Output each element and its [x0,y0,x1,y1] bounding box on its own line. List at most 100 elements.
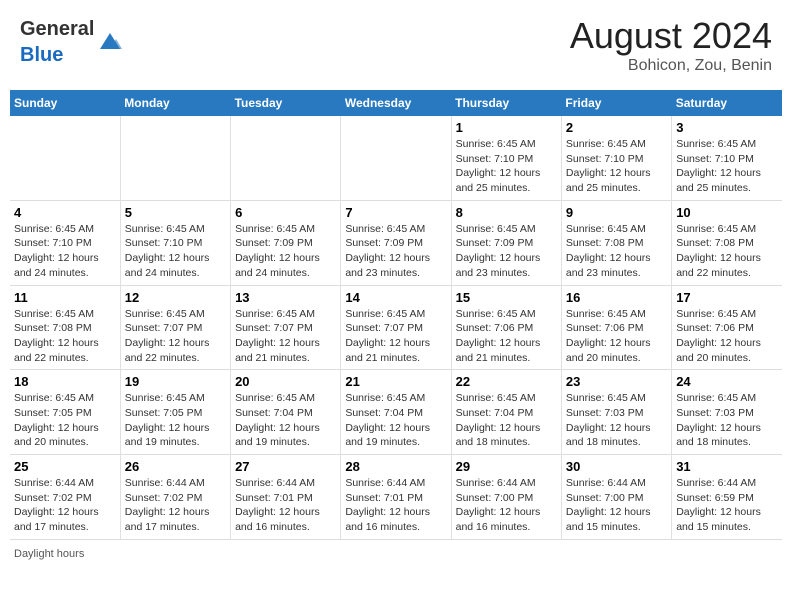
logo-icon [96,27,124,55]
day-number: 4 [14,205,116,220]
calendar-cell: 29Sunrise: 6:44 AM Sunset: 7:00 PM Dayli… [451,455,561,540]
day-number: 18 [14,374,116,389]
day-of-week-header: Thursday [451,90,561,116]
calendar-cell: 30 Sunrise: 6:44 AM Sunset: 7:00 PM Dayli… [561,455,671,540]
day-number: 9 [566,205,667,220]
page-title: August 2024 [570,15,772,57]
page-subtitle: Bohicon, Zou, Benin [570,57,772,75]
day-of-week-header: Tuesday [231,90,341,116]
day-info: Sunrise: 6:44 AM Sunset: 6:59 PM Dayligh… [676,476,778,535]
day-info: Sunrise: 6:45 AM Sunset: 7:06 PM Dayligh… [456,307,557,366]
calendar-cell [231,116,341,200]
day-number: 24 [676,374,778,389]
calendar-cell: 13 Sunrise: 6:45 AM Sunset: 7:07 PM Dayli… [231,285,341,370]
calendar-cell: 18 Sunrise: 6:45 AM Sunset: 7:05 PM Dayli… [10,370,120,455]
logo-general: General [20,18,94,40]
day-number: 29 [456,459,557,474]
calendar-cell: 2Sunrise: 6:45 AM Sunset: 7:10 PM Daylig… [561,116,671,200]
day-info: Sunrise: 6:45 AM Sunset: 7:05 PM Dayligh… [125,391,226,450]
calendar-body: 1 Sunrise: 6:45 AM Sunset: 7:10 PM Daylig… [10,116,782,539]
day-info: Sunrise: 6:45 AM Sunset: 7:03 PM Dayligh… [566,391,667,450]
footer-label: Daylight hours [10,548,782,560]
calendar-cell: 19Sunrise: 6:45 AM Sunset: 7:05 PM Dayli… [120,370,230,455]
day-number: 16 [566,290,667,305]
day-number: 5 [125,205,226,220]
day-info: Sunrise: 6:45 AM Sunset: 7:07 PM Dayligh… [235,307,336,366]
day-number: 10 [676,205,778,220]
day-info: Sunrise: 6:45 AM Sunset: 7:04 PM Dayligh… [235,391,336,450]
day-number: 7 [345,205,446,220]
calendar-cell: 21 Sunrise: 6:45 AM Sunset: 7:04 PM Dayli… [341,370,451,455]
day-of-week-header: Friday [561,90,671,116]
day-info: Sunrise: 6:45 AM Sunset: 7:03 PM Dayligh… [676,391,778,450]
page-header: General Blue August 2024 Bohicon, Zou, B… [10,10,782,80]
calendar-cell: 20 Sunrise: 6:45 AM Sunset: 7:04 PM Dayli… [231,370,341,455]
calendar-header: SundayMondayTuesdayWednesdayThursdayFrid… [10,90,782,116]
day-info: Sunrise: 6:44 AM Sunset: 7:01 PM Dayligh… [235,476,336,535]
day-info: Sunrise: 6:45 AM Sunset: 7:10 PM Dayligh… [676,137,778,196]
days-of-week-row: SundayMondayTuesdayWednesdayThursdayFrid… [10,90,782,116]
day-number: 25 [14,459,116,474]
calendar-cell: 15 Sunrise: 6:45 AM Sunset: 7:06 PM Dayli… [451,285,561,370]
day-info: Sunrise: 6:45 AM Sunset: 7:06 PM Dayligh… [566,307,667,366]
day-info: Sunrise: 6:45 AM Sunset: 7:04 PM Dayligh… [456,391,557,450]
day-number: 12 [125,290,226,305]
day-number: 11 [14,290,116,305]
calendar-cell: 5 Sunrise: 6:45 AM Sunset: 7:10 PM Daylig… [120,200,230,285]
day-info: Sunrise: 6:44 AM Sunset: 7:01 PM Dayligh… [345,476,446,535]
day-info: Sunrise: 6:45 AM Sunset: 7:10 PM Dayligh… [125,222,226,281]
day-info: Sunrise: 6:45 AM Sunset: 7:08 PM Dayligh… [14,307,116,366]
calendar-cell: 25 Sunrise: 6:44 AM Sunset: 7:02 PM Dayli… [10,455,120,540]
calendar-cell: 26Sunrise: 6:44 AM Sunset: 7:02 PM Dayli… [120,455,230,540]
calendar-cell: 11 Sunrise: 6:45 AM Sunset: 7:08 PM Dayli… [10,285,120,370]
calendar-week-row: 11 Sunrise: 6:45 AM Sunset: 7:08 PM Dayli… [10,285,782,370]
calendar-cell: 27 Sunrise: 6:44 AM Sunset: 7:01 PM Dayli… [231,455,341,540]
calendar-cell [10,116,120,200]
day-info: Sunrise: 6:45 AM Sunset: 7:09 PM Dayligh… [345,222,446,281]
day-number: 14 [345,290,446,305]
day-info: Sunrise: 6:45 AM Sunset: 7:04 PM Dayligh… [345,391,446,450]
day-number: 1 [456,120,557,135]
day-number: 3 [676,120,778,135]
calendar-cell: 6Sunrise: 6:45 AM Sunset: 7:09 PM Daylig… [231,200,341,285]
calendar-week-row: 4 Sunrise: 6:45 AM Sunset: 7:10 PM Daylig… [10,200,782,285]
day-info: Sunrise: 6:45 AM Sunset: 7:09 PM Dayligh… [456,222,557,281]
day-info: Sunrise: 6:44 AM Sunset: 7:00 PM Dayligh… [566,476,667,535]
calendar-cell: 31 Sunrise: 6:44 AM Sunset: 6:59 PM Dayli… [672,455,782,540]
calendar-cell: 1Sunrise: 6:45 AM Sunset: 7:10 PM Daylig… [451,116,561,200]
daylight-hours-label: Daylight hours [14,548,84,560]
calendar-cell: 16 Sunrise: 6:45 AM Sunset: 7:06 PM Dayli… [561,285,671,370]
day-number: 8 [456,205,557,220]
day-info: Sunrise: 6:45 AM Sunset: 7:05 PM Dayligh… [14,391,116,450]
calendar-cell [341,116,451,200]
day-info: Sunrise: 6:44 AM Sunset: 7:02 PM Dayligh… [125,476,226,535]
day-info: Sunrise: 6:45 AM Sunset: 7:08 PM Dayligh… [676,222,778,281]
calendar-week-row: 1 Sunrise: 6:45 AM Sunset: 7:10 PM Daylig… [10,116,782,200]
title-area: August 2024 Bohicon, Zou, Benin [570,15,772,75]
day-info: Sunrise: 6:45 AM Sunset: 7:10 PM Dayligh… [14,222,116,281]
calendar-cell: 8 Sunrise: 6:45 AM Sunset: 7:09 PM Daylig… [451,200,561,285]
day-number: 21 [345,374,446,389]
day-of-week-header: Wednesday [341,90,451,116]
day-number: 28 [345,459,446,474]
day-info: Sunrise: 6:45 AM Sunset: 7:10 PM Dayligh… [566,137,667,196]
day-number: 13 [235,290,336,305]
calendar-table: SundayMondayTuesdayWednesdayThursdayFrid… [10,90,782,540]
day-info: Sunrise: 6:44 AM Sunset: 7:02 PM Dayligh… [14,476,116,535]
calendar-cell: 10 Sunrise: 6:45 AM Sunset: 7:08 PM Dayli… [672,200,782,285]
calendar-cell: 24 Sunrise: 6:45 AM Sunset: 7:03 PM Dayli… [672,370,782,455]
day-number: 30 [566,459,667,474]
day-number: 20 [235,374,336,389]
calendar-cell: 9 Sunrise: 6:45 AM Sunset: 7:08 PM Daylig… [561,200,671,285]
day-of-week-header: Sunday [10,90,120,116]
day-info: Sunrise: 6:45 AM Sunset: 7:08 PM Dayligh… [566,222,667,281]
calendar-cell [120,116,230,200]
logo-blue: Blue [20,44,63,66]
day-of-week-header: Monday [120,90,230,116]
day-number: 15 [456,290,557,305]
calendar-cell: 12Sunrise: 6:45 AM Sunset: 7:07 PM Dayli… [120,285,230,370]
day-number: 6 [235,205,336,220]
day-number: 27 [235,459,336,474]
day-number: 31 [676,459,778,474]
calendar-cell: 22Sunrise: 6:45 AM Sunset: 7:04 PM Dayli… [451,370,561,455]
